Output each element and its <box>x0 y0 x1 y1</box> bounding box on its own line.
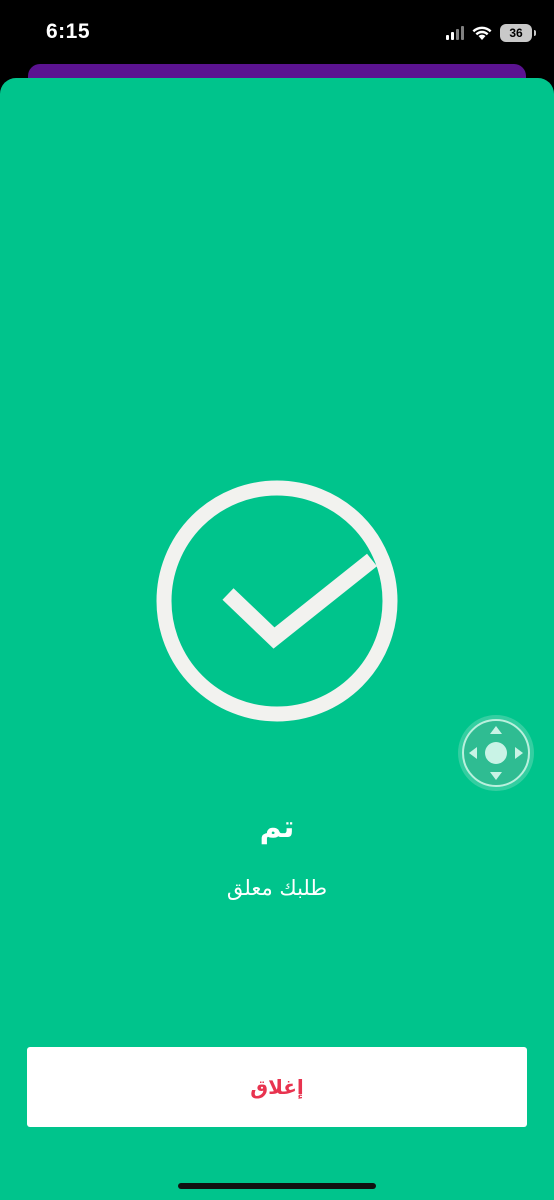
home-indicator[interactable] <box>178 1183 376 1189</box>
check-circle-icon <box>156 480 398 722</box>
battery-icon: 36 <box>500 24 536 42</box>
cellular-signal-icon <box>446 26 464 40</box>
dpad-icon[interactable] <box>456 713 536 793</box>
status-bar: 6:15 36 <box>0 0 554 66</box>
close-button[interactable]: إغلاق <box>27 1047 527 1127</box>
status-icons: 36 <box>446 22 536 44</box>
status-time: 6:15 <box>46 20 91 43</box>
battery-level: 36 <box>509 26 523 40</box>
confirmation-title: تم <box>259 810 295 845</box>
wifi-icon <box>472 26 492 40</box>
confirmation-message: طلبك معلق <box>226 876 328 900</box>
